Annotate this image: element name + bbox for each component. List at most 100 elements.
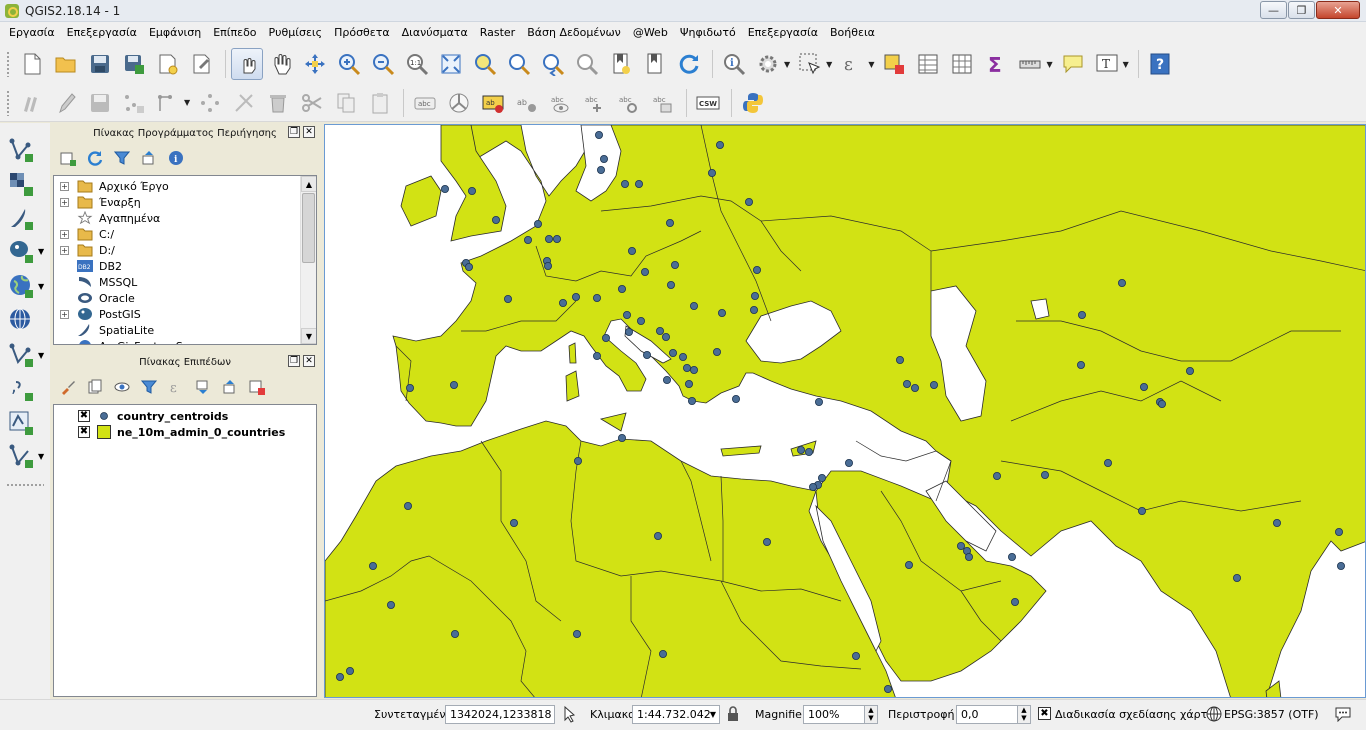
panel-close-button[interactable]: ✕ xyxy=(303,355,315,367)
simplify-feature-button[interactable] xyxy=(228,87,260,119)
map-canvas[interactable] xyxy=(324,124,1366,698)
rotation-field[interactable]: 0,0 xyxy=(956,705,1018,724)
zoom-out-button[interactable] xyxy=(367,48,399,80)
browser-item[interactable]: SpatiaLite xyxy=(54,322,316,338)
scroll-thumb[interactable] xyxy=(302,193,315,263)
menu-help[interactable]: Βοήθεια xyxy=(824,22,881,44)
scale-lock-button[interactable] xyxy=(727,706,739,722)
toolbar-grip[interactable] xyxy=(6,483,44,487)
add-group-button[interactable] xyxy=(85,377,105,397)
menu-web[interactable]: @Web xyxy=(627,22,674,44)
identify-button[interactable]: i xyxy=(718,48,750,80)
show-hide-labels-button[interactable]: abc xyxy=(545,87,577,119)
add-virtual-layer-button[interactable] xyxy=(6,408,36,438)
dropdown-arrow-icon[interactable]: ▼ xyxy=(38,351,44,360)
minimize-button[interactable]: — xyxy=(1260,1,1287,19)
layers-tree[interactable]: ✖ country_centroids ✖ ne_10m_admin_0_cou… xyxy=(53,404,317,697)
browser-item[interactable]: + C:/ xyxy=(54,226,316,242)
touch-zoom-pan-button[interactable] xyxy=(231,48,263,80)
composer-manager-button[interactable] xyxy=(186,48,218,80)
browser-item[interactable]: Oracle xyxy=(54,290,316,306)
expand-icon[interactable]: + xyxy=(60,309,69,319)
scroll-down-icon[interactable]: ▼ xyxy=(301,328,316,344)
zoom-full-button[interactable] xyxy=(435,48,467,80)
messages-button[interactable] xyxy=(1334,706,1352,723)
deselect-all-button[interactable] xyxy=(878,48,910,80)
browser-scrollbar[interactable]: ▲ ▼ xyxy=(300,176,316,344)
current-edits-button[interactable] xyxy=(16,87,48,119)
scale-combobox[interactable]: 1:44.732.042 ▼ xyxy=(632,705,720,724)
add-wms-layer-button[interactable] xyxy=(6,271,36,301)
refresh-browser-button[interactable] xyxy=(85,148,105,168)
zoom-last-button[interactable] xyxy=(537,48,569,80)
dropdown-arrow-icon[interactable]: ▼ xyxy=(184,98,190,107)
select-by-expression-button[interactable]: ε xyxy=(836,48,868,80)
map-tips-button[interactable] xyxy=(1057,48,1089,80)
restore-button[interactable]: ❐ xyxy=(1288,1,1315,19)
menu-processing[interactable]: Επεξεργασία xyxy=(742,22,824,44)
crs-label[interactable]: EPSG:3857 (OTF) xyxy=(1224,708,1319,721)
node-tool-button[interactable] xyxy=(194,87,226,119)
menu-settings[interactable]: Ρυθμίσεις xyxy=(263,22,329,44)
add-postgis-layer-button[interactable] xyxy=(6,236,36,266)
csw-button[interactable]: CSW xyxy=(692,87,724,119)
panel-close-button[interactable]: ✕ xyxy=(303,126,315,138)
add-wcs-layer-button[interactable] xyxy=(6,305,36,335)
toggle-extents-button[interactable] xyxy=(561,705,579,723)
move-feature-button[interactable] xyxy=(152,87,184,119)
label-button[interactable]: abc xyxy=(409,87,441,119)
measure-button[interactable] xyxy=(1014,48,1046,80)
menu-vector[interactable]: Διανύσματα xyxy=(396,22,474,44)
menu-layer[interactable]: Επίπεδο xyxy=(207,22,262,44)
dropdown-arrow-icon[interactable]: ▼ xyxy=(1123,60,1129,69)
collapse-all-layers-button[interactable] xyxy=(220,377,240,397)
magnifier-field[interactable]: 100% xyxy=(803,705,865,724)
cut-features-button[interactable] xyxy=(296,87,328,119)
field-calculator-button[interactable] xyxy=(946,48,978,80)
layer-visibility-checkbox[interactable]: ✖ xyxy=(78,410,90,422)
refresh-button[interactable] xyxy=(673,48,705,80)
save-as-button[interactable] xyxy=(118,48,150,80)
add-feature-button[interactable] xyxy=(118,87,150,119)
statistical-summary-button[interactable]: Σ xyxy=(980,48,1012,80)
browser-item[interactable]: + D:/ xyxy=(54,242,316,258)
menu-plugins[interactable]: Πρόσθετα xyxy=(328,22,396,44)
change-label-button[interactable]: abc xyxy=(647,87,679,119)
zoom-in-button[interactable] xyxy=(333,48,365,80)
filter-by-expression-button[interactable]: ε xyxy=(166,377,186,397)
filter-browser-button[interactable] xyxy=(112,148,132,168)
browser-item[interactable]: Αγαπημένα xyxy=(54,210,316,226)
add-wfs-layer-button[interactable] xyxy=(6,340,36,370)
add-delimited-text-button[interactable]: , xyxy=(6,374,36,404)
dropdown-arrow-icon[interactable]: ▼ xyxy=(826,60,832,69)
toolbar-grip[interactable] xyxy=(6,51,10,77)
toggle-editing-button[interactable] xyxy=(50,87,82,119)
dropdown-arrow-icon[interactable]: ▼ xyxy=(38,247,44,256)
browser-item[interactable]: ArcGisFeatureServer xyxy=(54,338,316,344)
new-bookmark-button[interactable] xyxy=(605,48,637,80)
menu-raster[interactable]: Raster xyxy=(474,22,521,44)
copy-features-button[interactable] xyxy=(330,87,362,119)
scroll-up-icon[interactable]: ▲ xyxy=(301,176,316,192)
add-layer-button[interactable] xyxy=(58,148,78,168)
new-print-composer-button[interactable] xyxy=(152,48,184,80)
highlight-pinned-button[interactable]: ab xyxy=(511,87,543,119)
menu-edit[interactable]: Επεξεργασία xyxy=(61,22,143,44)
delete-selected-button[interactable] xyxy=(262,87,294,119)
browser-tree[interactable]: + Αρχικό Έργο + Έναρξη Αγαπημένα + C:/+ D:/DB2 D… xyxy=(53,175,317,345)
menu-mesh[interactable]: Ψηφιδωτό xyxy=(674,22,742,44)
expand-icon[interactable]: + xyxy=(60,245,69,255)
close-button[interactable]: ✕ xyxy=(1316,1,1360,19)
layer-row-country-centroids[interactable]: ✖ country_centroids xyxy=(54,408,228,424)
browser-item[interactable]: MSSQL xyxy=(54,274,316,290)
zoom-actual-size-button[interactable]: 1:1 xyxy=(401,48,433,80)
run-feature-action-button[interactable] xyxy=(752,48,784,80)
add-vector-layer-button[interactable] xyxy=(6,135,36,165)
paste-features-button[interactable] xyxy=(364,87,396,119)
expand-icon[interactable]: + xyxy=(60,229,69,239)
pan-button[interactable] xyxy=(265,48,297,80)
browser-item[interactable]: + Έναρξη xyxy=(54,194,316,210)
rotation-spinner[interactable]: ▲ ▼ xyxy=(1017,705,1031,724)
coordinate-field[interactable]: 1342024,1233818 xyxy=(445,705,555,724)
new-project-button[interactable] xyxy=(16,48,48,80)
